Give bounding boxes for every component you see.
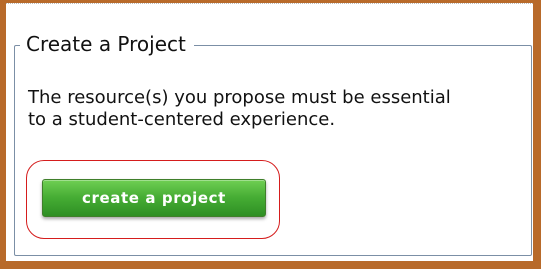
create-project-button[interactable]: create a project	[42, 179, 266, 217]
panel-title: Create a Project	[20, 31, 194, 57]
panel-description: The resource(s) you propose must be esse…	[28, 87, 451, 130]
window-frame: Create a Project The resource(s) you pro…	[0, 0, 541, 269]
content-area: Create a Project The resource(s) you pro…	[6, 3, 533, 261]
